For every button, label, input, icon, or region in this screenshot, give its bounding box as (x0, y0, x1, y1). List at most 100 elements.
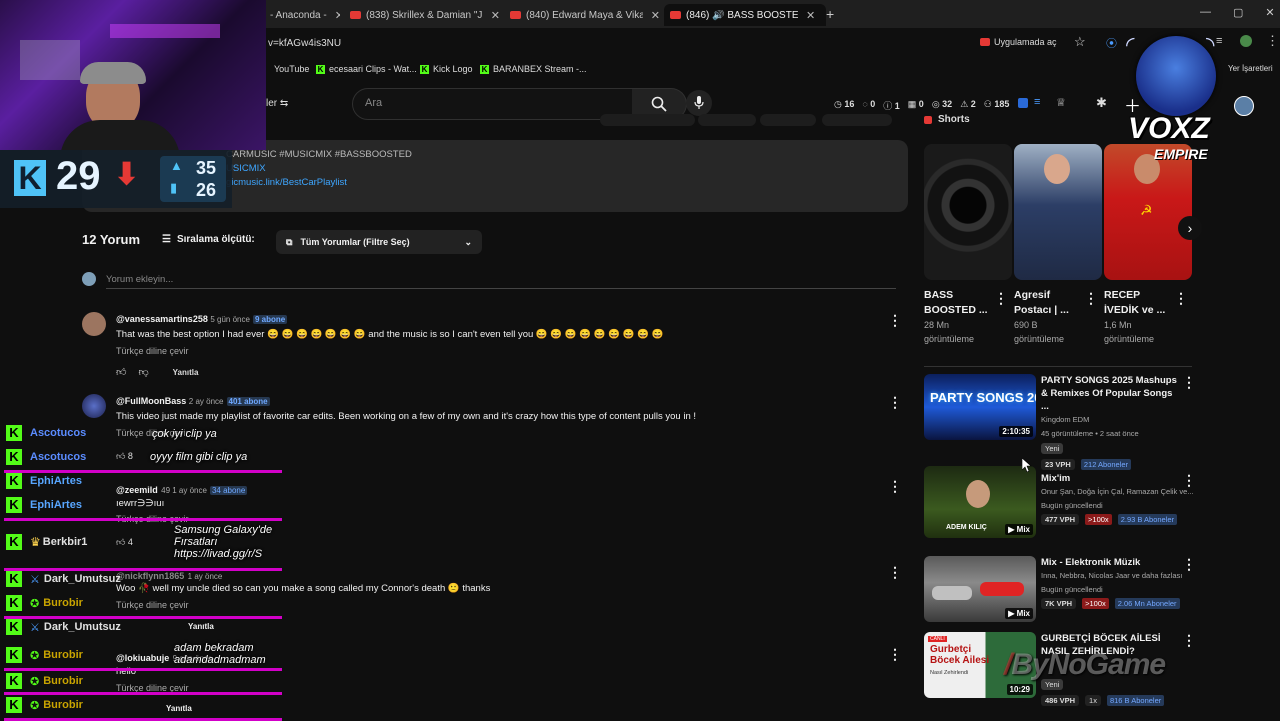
chat-username[interactable]: Berkbir1 (43, 536, 88, 548)
video-menu-icon[interactable]: ⋮ (1182, 632, 1196, 649)
close-icon[interactable]: ✕ (491, 9, 500, 22)
chat-username[interactable]: Ascotucos (30, 427, 86, 439)
tab-skrillex[interactable]: (838) Skrillex & Damian "Jr. Go ✕ (350, 4, 500, 26)
extension-puzzle-icon[interactable]: ✱ (1096, 95, 1107, 111)
chat-username[interactable]: Burobir (43, 649, 83, 661)
extension-blue-icon[interactable] (1018, 98, 1028, 108)
chat-username[interactable]: Dark_Umutsuz (44, 573, 121, 585)
menu-icon[interactable]: ⋮ (1266, 33, 1279, 49)
close-icon[interactable]: ✕ (806, 9, 815, 22)
tab-edward-maya[interactable]: (840) Edward Maya & Vika Jigu ✕ (510, 4, 660, 26)
description-link[interactable]: gicmusic.link/BestCarPlaylist (226, 177, 347, 188)
action-chip[interactable] (760, 114, 816, 126)
action-chip[interactable] (698, 114, 756, 126)
video-thumbnail[interactable]: PARTY SONGS 2025 2:10:35 (924, 374, 1036, 440)
mouse-cursor-icon (1022, 458, 1032, 472)
trophy-icon[interactable]: ♕ (1056, 96, 1066, 109)
dislike-icon[interactable]: 👎︎ (138, 366, 148, 378)
comment-time: 2 ay önce (188, 397, 224, 406)
commenter-avatar[interactable] (82, 312, 106, 336)
video-channel[interactable]: Onur Şan, Doğa İçin Çal, Ramazan Çelik v… (1041, 485, 1194, 499)
sort-label: Sıralama ölçütü: (176, 234, 255, 245)
close-window-button[interactable]: ✕ (1265, 6, 1274, 19)
comment-text: That was the best option I had ever 😄 😄 … (116, 329, 664, 340)
tab-anaconda[interactable]: - Anaconda - ✕ (270, 4, 340, 26)
url-field[interactable]: v=kfAGw4is3NU (268, 38, 341, 49)
close-icon[interactable]: ✕ (335, 9, 340, 22)
video-menu-icon[interactable]: ⋮ (1182, 374, 1196, 391)
tab-bass-boosted[interactable]: (846) 🔊 BASS BOOSTED 🔊 ✕ (664, 4, 826, 26)
short-views-label: görüntüleme (1014, 334, 1065, 344)
comment-menu-icon[interactable]: ⋮ (888, 478, 902, 495)
chat-username[interactable]: Dark_Umutsuz (44, 621, 121, 633)
webcam-feed (0, 0, 266, 150)
comment-author[interactable]: @vanessamartins258 5 gün önce 9 abone (116, 314, 288, 324)
chat-username[interactable]: EphiArtes (30, 475, 82, 487)
profile-avatar[interactable] (1240, 35, 1252, 47)
new-tab-button[interactable]: + (826, 6, 834, 22)
stat-warning: ⚠ 2 (960, 99, 976, 109)
bookmark-ecesaari[interactable]: Kecesaari Clips - Wat... (316, 64, 417, 74)
like-icon[interactable]: 👍︎ (116, 366, 126, 378)
action-chip[interactable] (822, 114, 892, 126)
chat-text: oyyy film gibi clip ya (150, 451, 248, 463)
sort-button[interactable]: ☰ Sıralama ölçütü: (162, 234, 255, 245)
open-in-app-button[interactable]: Uygulamada aç (980, 37, 1057, 47)
chat-username[interactable]: EphiArtes (30, 499, 82, 511)
comment-menu-icon[interactable]: ⋮ (888, 646, 902, 663)
video-thumbnail[interactable]: ADEM KILIÇ ▶ Mix (924, 466, 1036, 538)
video-channel[interactable]: Kingdom EDM (1041, 413, 1181, 427)
comment-menu-icon[interactable]: ⋮ (888, 564, 902, 581)
video-channel[interactable]: Inna, Nebbra, Nicolas Jaar ve daha fazla… (1041, 569, 1191, 583)
action-chip[interactable] (600, 114, 695, 126)
chat-message: K ✪ Burobir (6, 670, 83, 692)
short-thumbnail-speaker[interactable] (924, 144, 1012, 280)
comment-menu-icon[interactable]: ⋮ (888, 394, 902, 411)
search-input[interactable]: Ara (365, 97, 382, 109)
carousel-next-button[interactable]: › (1178, 216, 1202, 240)
translate-link[interactable]: Türkçe diline çevir (116, 346, 189, 356)
comment-menu-icon[interactable]: ⋮ (888, 312, 902, 329)
account-avatar[interactable] (1234, 96, 1254, 116)
video-info[interactable]: Mix'im Onur Şan, Doğa İçin Çal, Ramazan … (1041, 472, 1194, 525)
chat-username[interactable]: Ascotucos (30, 451, 86, 463)
minimize-button[interactable]: — (1200, 6, 1211, 19)
chat-username[interactable]: Burobir (43, 597, 83, 609)
add-comment-input[interactable]: Yorum ekleyin... (106, 274, 173, 285)
short-thumbnail-postman[interactable] (1014, 144, 1102, 280)
short-menu-icon[interactable]: ⋮ (994, 290, 1008, 307)
bookmark-kick-logo[interactable]: K Kick Logo (420, 64, 473, 74)
kick-viewer-count: 29 (56, 154, 101, 198)
comment-author[interactable]: @FullMoonBass 2 ay önce 401 abone (116, 396, 270, 406)
other-bookmarks[interactable]: Yer İşaretleri (1228, 64, 1273, 73)
chat-username[interactable]: Burobir (43, 699, 83, 711)
video-menu-icon[interactable]: ⋮ (1182, 556, 1196, 573)
video-menu-icon[interactable]: ⋮ (1182, 472, 1196, 489)
chat-username[interactable]: Burobir (43, 675, 83, 687)
list-icon[interactable]: ≡ (1034, 96, 1040, 108)
kick-icon: K (6, 595, 22, 611)
multiplier-badge: 1x (1085, 695, 1101, 706)
bookmark-youtube[interactable]: YouTube (274, 64, 309, 74)
short-card[interactable]: RECEP İVEDİK ve ... 1,6 Mn görüntüleme (1104, 288, 1184, 346)
extension-icon[interactable]: ⦿ (1106, 35, 1117, 51)
reply-button[interactable]: Yanıtla (173, 368, 199, 377)
short-menu-icon[interactable]: ⋮ (1084, 290, 1098, 307)
comment-filter-dropdown[interactable]: ⧉ Tüm Yorumlar (Filtre Seç) ⌄ (276, 230, 482, 254)
video-info[interactable]: Mix - Elektronik Müzik Inna, Nebbra, Nic… (1041, 556, 1191, 609)
commenter-avatar[interactable] (82, 394, 106, 418)
video-thumbnail[interactable]: ▶ Mix (924, 556, 1036, 622)
kick-icon: K (6, 425, 22, 441)
short-card[interactable]: BASS BOOSTED ... 28 Mn görüntüleme (924, 288, 1004, 346)
filter-button[interactable]: ler ⇆ (266, 98, 288, 109)
voice-search-button[interactable] (686, 90, 712, 116)
bookmark-baranbex[interactable]: K BARANBEX Stream -... (480, 64, 587, 74)
tab-label: (838) Skrillex & Damian "Jr. Go (366, 9, 483, 21)
video-info[interactable]: PARTY SONGS 2025 Mashups & Remixes Of Po… (1041, 374, 1181, 470)
short-menu-icon[interactable]: ⋮ (1174, 290, 1188, 307)
star-icon[interactable]: ☆ (1074, 34, 1086, 50)
chat-text: çok iyi clip ya (152, 428, 217, 440)
close-icon[interactable]: ✕ (651, 9, 660, 22)
short-card[interactable]: Agresif Postacı | ... 690 B görüntüleme (1014, 288, 1094, 346)
maximize-button[interactable]: ▢ (1233, 6, 1243, 19)
